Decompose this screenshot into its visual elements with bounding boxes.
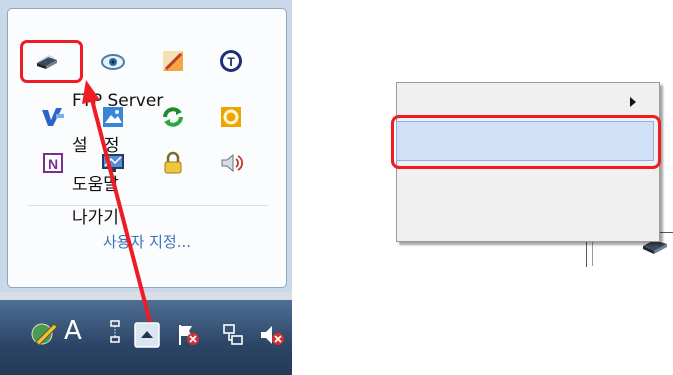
show-hidden-icons-button[interactable]	[134, 322, 160, 352]
customize-link[interactable]: 사용자 지정...	[8, 231, 286, 252]
font-icon[interactable]: A	[64, 316, 82, 346]
submenu-arrow-icon	[630, 97, 636, 107]
flyout-divider	[28, 205, 268, 206]
network-small-icon[interactable]	[108, 320, 122, 348]
speaker-icon[interactable]	[218, 150, 244, 176]
onenote-icon[interactable]: N	[40, 150, 66, 176]
menu-item-help[interactable]: 도움말	[72, 170, 119, 195]
vs-icon[interactable]	[40, 104, 66, 130]
green-sync-icon[interactable]	[160, 104, 186, 130]
pencil-icon[interactable]	[28, 318, 60, 352]
outlook-icon[interactable]	[218, 104, 244, 130]
lock-icon[interactable]	[160, 150, 186, 176]
action-center-flag-icon[interactable]	[176, 323, 202, 351]
tray-icon-highlight	[20, 40, 83, 83]
menu-item-ftp-server[interactable]: FTP Server	[72, 91, 163, 111]
colorpicker-icon[interactable]	[160, 48, 186, 74]
volume-muted-icon[interactable]	[258, 322, 288, 352]
menu-item-highlight	[391, 115, 661, 169]
menu-item-settings[interactable]: 설 정	[72, 131, 120, 156]
t-circle-icon[interactable]: T	[218, 48, 244, 74]
eye-icon[interactable]	[100, 48, 126, 74]
svg-text:N: N	[48, 156, 58, 172]
menu-item-exit[interactable]: 나가기	[72, 203, 119, 228]
taskbar-top-strip	[0, 292, 292, 300]
network-icon[interactable]	[220, 322, 246, 352]
svg-text:T: T	[227, 55, 235, 69]
